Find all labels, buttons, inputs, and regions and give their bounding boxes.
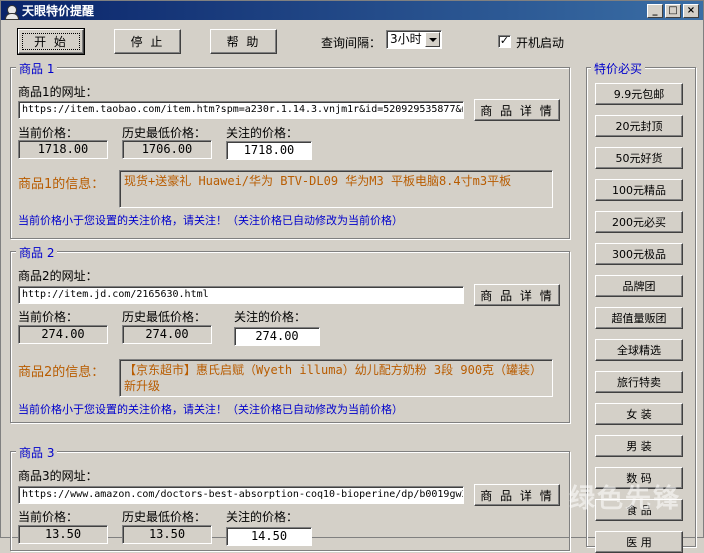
product-3-current-price: 13.50 xyxy=(18,525,108,544)
chevron-down-icon[interactable] xyxy=(425,32,440,47)
autostart-label: 开机启动 xyxy=(516,36,565,50)
product-2-current-label: 当前价格： xyxy=(18,310,79,324)
product-1-notice: 当前价格小于您设置的关注价格，请关注！（关注价格已自动修改为当前价格） xyxy=(18,214,403,227)
sidebar-item-bulk[interactable]: 超值量贩团 xyxy=(595,307,683,329)
product-2-title: 商品 2 xyxy=(16,244,58,261)
product-3-url-label: 商品3的网址： xyxy=(18,469,98,483)
sidebar-item-medical[interactable]: 医 用 xyxy=(595,531,683,553)
autostart-checkbox[interactable]: ✓ xyxy=(498,35,511,48)
window-title: 天眼特价提醒 xyxy=(22,4,95,18)
product-2-detail-button[interactable]: 商 品 详 情 xyxy=(474,284,560,306)
product-2-lowest-price: 274.00 xyxy=(122,325,212,344)
product-1-info-label: 商品1的信息： xyxy=(18,177,105,192)
sidebar-item-men[interactable]: 男 装 xyxy=(595,435,683,457)
product-2-info-label: 商品2的信息： xyxy=(18,365,105,380)
sidebar-item-20[interactable]: 20元封顶 xyxy=(595,115,683,137)
product-3-lowest-label: 历史最低价格： xyxy=(122,510,207,524)
sidebar-title: 特价必买 xyxy=(591,60,646,77)
product-1-info: 现货+送豪礼 Huawei/华为 BTV-DL09 华为M3 平板电脑8.4寸m… xyxy=(119,170,553,208)
product-1-url-input[interactable]: https://item.taobao.com/item.htm?spm=a23… xyxy=(18,101,464,119)
sidebar-item-100[interactable]: 100元精品 xyxy=(595,179,683,201)
product-3-watch-price-input[interactable]: 14.50 xyxy=(226,527,312,546)
close-button[interactable]: × xyxy=(683,3,699,18)
sidebar-item-200[interactable]: 200元必买 xyxy=(595,211,683,233)
product-2-current-price: 274.00 xyxy=(18,325,108,344)
minimize-button[interactable]: _ xyxy=(647,3,663,18)
product-3-current-label: 当前价格： xyxy=(18,510,79,524)
sidebar-item-women[interactable]: 女 装 xyxy=(595,403,683,425)
sidebar-item-300[interactable]: 300元极品 xyxy=(595,243,683,265)
product-3-url-input[interactable]: https://www.amazon.com/doctors-best-abso… xyxy=(18,486,464,504)
user-app-icon xyxy=(4,4,19,20)
product-1-url-label: 商品1的网址： xyxy=(18,85,98,99)
product-3-watch-label: 关注的价格： xyxy=(226,510,299,524)
stop-button[interactable]: 停 止 xyxy=(114,29,181,54)
product-2-lowest-label: 历史最低价格： xyxy=(122,310,207,324)
interval-select[interactable]: 3小时 xyxy=(386,30,442,49)
interval-value: 3小时 xyxy=(390,32,422,46)
maximize-button[interactable]: □ xyxy=(665,3,681,18)
product-2-url-input[interactable]: http://item.jd.com/2165630.html xyxy=(18,286,464,304)
product-1-title: 商品 1 xyxy=(16,60,58,77)
product-2-info: 【京东超市】惠氏启赋（Wyeth illuma）幼儿配方奶粉 3段 900克（罐… xyxy=(119,359,553,397)
help-button[interactable]: 帮 助 xyxy=(210,29,277,54)
product-2-notice: 当前价格小于您设置的关注价格，请关注！（关注价格已自动修改为当前价格） xyxy=(18,403,403,416)
interval-label: 查询间隔： xyxy=(321,36,382,50)
sidebar-item-global[interactable]: 全球精选 xyxy=(595,339,683,361)
sidebar-item-9-9[interactable]: 9.9元包邮 xyxy=(595,83,683,105)
title-bar[interactable]: 天眼特价提醒 _ □ × xyxy=(1,1,703,20)
product-2-watch-price-input[interactable]: 274.00 xyxy=(234,327,320,346)
sidebar-item-brand[interactable]: 品牌团 xyxy=(595,275,683,297)
product-2-url-label: 商品2的网址： xyxy=(18,269,98,283)
product-3-detail-button[interactable]: 商 品 详 情 xyxy=(474,484,560,506)
product-1-detail-button[interactable]: 商 品 详 情 xyxy=(474,99,560,121)
site-watermark: 绿色先锋 xyxy=(568,484,681,514)
start-button[interactable]: 开 始 xyxy=(17,28,85,55)
product-3-lowest-price: 13.50 xyxy=(122,525,212,544)
product-1-watch-price-input[interactable]: 1718.00 xyxy=(226,141,312,160)
product-1-current-label: 当前价格： xyxy=(18,126,79,140)
product-1-lowest-label: 历史最低价格： xyxy=(122,126,207,140)
sidebar-item-travel[interactable]: 旅行特卖 xyxy=(595,371,683,393)
app-window: 天眼特价提醒 _ □ × 开 始 停 止 帮 助 查询间隔： 3小时 ✓ 开机启… xyxy=(0,0,704,553)
product-3-title: 商品 3 xyxy=(16,444,58,461)
product-2-watch-label: 关注的价格： xyxy=(234,310,307,324)
product-1-watch-label: 关注的价格： xyxy=(226,126,299,140)
product-1-current-price: 1718.00 xyxy=(18,140,108,159)
product-1-lowest-price: 1706.00 xyxy=(122,140,212,159)
sidebar-item-50[interactable]: 50元好货 xyxy=(595,147,683,169)
